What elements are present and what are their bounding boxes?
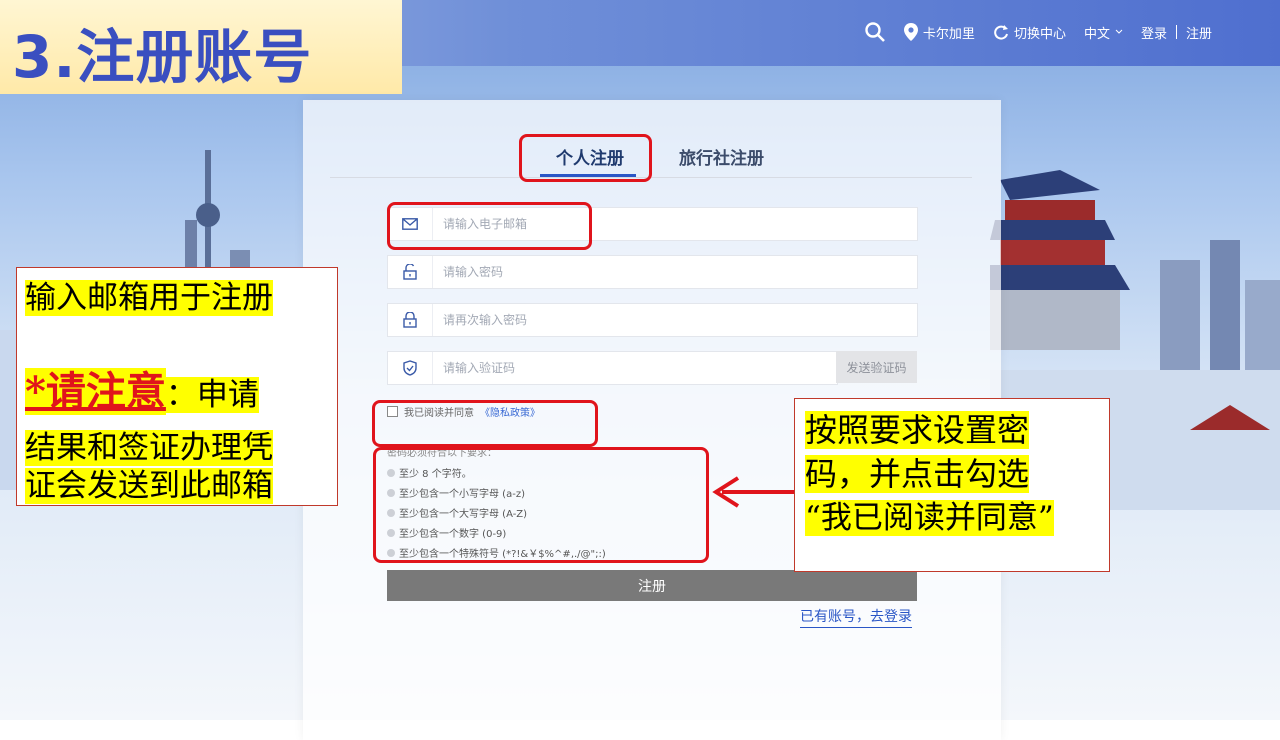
chevron-down-icon [1115,29,1123,34]
location-label: 卡尔加里 [922,26,975,42]
slide-title: 3.注册账号 [12,23,313,91]
language-label: 中文 [1083,26,1110,42]
divider [1175,25,1177,39]
shield-check-icon [388,352,433,384]
password-field-wrapper [387,255,918,289]
refresh-icon [994,25,1008,40]
note-right-line2: 码，并点击勾选 [805,455,1030,493]
note-right-line3: “我已阅读并同意” [805,500,1054,536]
register-submit-button[interactable]: 注册 [387,570,917,601]
search-button[interactable] [864,21,886,43]
register-link[interactable]: 注册 [1186,23,1212,42]
note-left-line1: 输入邮箱用于注册 [25,280,273,316]
search-icon [865,22,885,42]
switch-center-label: 切换中心 [1013,26,1066,42]
annotation-box-email [387,202,592,250]
go-login-link[interactable]: 已有账号，去登录 [800,606,912,628]
annotation-arrow-icon [712,476,796,508]
code-field-wrapper [387,351,838,385]
language-selector[interactable]: 中文 [1084,23,1123,42]
slide-title-banner: 3.注册账号 [0,0,402,94]
location-pin-icon [903,23,918,41]
confirm-password-input[interactable] [433,304,917,336]
note-left-line4: 证会发送到此邮箱 [25,468,273,504]
note-email-usage: 输入邮箱用于注册 *请注意：申请 结果和签证办理凭 证会发送到此邮箱 [16,267,338,506]
note-password-instructions: 按照要求设置密 码，并点击勾选 “我已阅读并同意” [794,398,1110,572]
location-selector[interactable]: 卡尔加里 [903,23,975,42]
lock-icon [388,304,433,336]
tab-agency-register[interactable]: 旅行社注册 [679,144,764,169]
note-left-colon: ：申请 [165,377,259,413]
password-input[interactable] [433,256,917,288]
verification-code-input[interactable] [433,352,837,384]
note-left-warning: *请注意 [25,368,166,415]
annotation-box-requirements [373,447,709,563]
login-link[interactable]: 登录 [1141,23,1167,42]
unlock-icon [388,256,433,288]
send-code-button[interactable]: 发送验证码 [836,351,917,383]
note-left-line3: 结果和签证办理凭 [25,430,273,466]
annotation-box-personal-tab [519,134,652,182]
confirm-password-field-wrapper [387,303,918,337]
note-right-line1: 按照要求设置密 [805,411,1030,449]
top-navigation: 卡尔加里 切换中心 中文 登录 注册 [864,20,1212,44]
switch-center-button[interactable]: 切换中心 [993,23,1066,42]
annotation-box-agreement [372,400,598,447]
auth-links: 登录 注册 [1141,23,1212,42]
